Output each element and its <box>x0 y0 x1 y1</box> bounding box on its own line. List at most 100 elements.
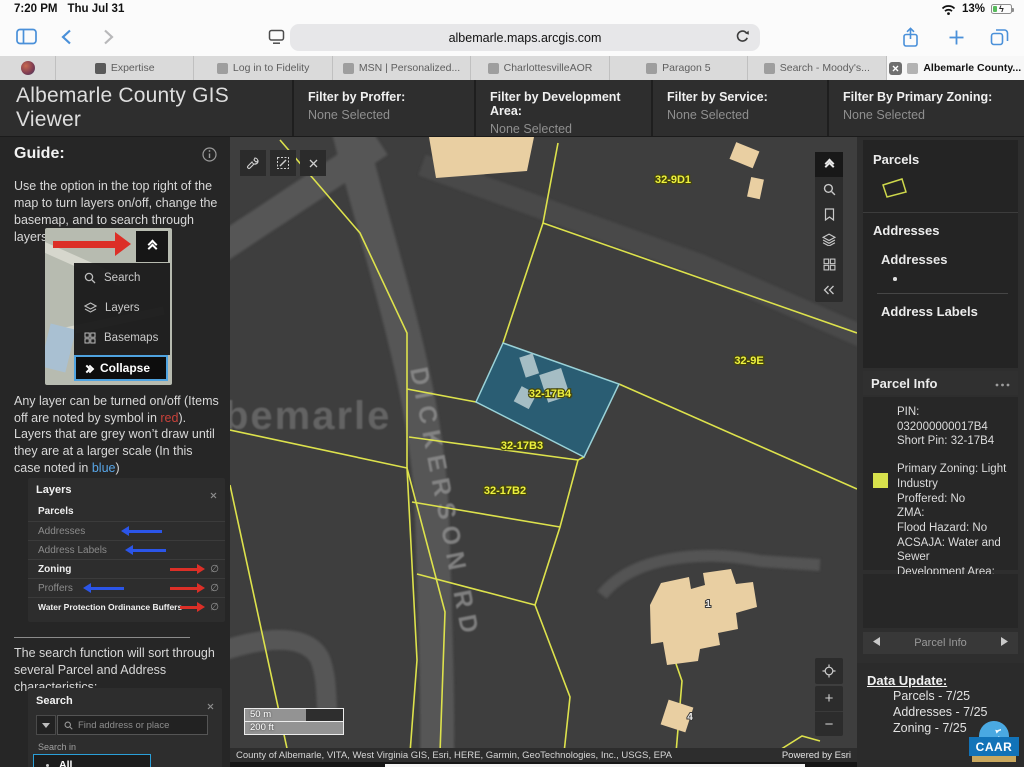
layer-row-address-labels: Address Labels <box>28 540 225 559</box>
pinned-tab[interactable] <box>0 56 56 80</box>
map-watermark: bemarle <box>230 394 391 438</box>
tab-albemarle-active[interactable]: Albemarle County... <box>887 56 1024 80</box>
tab-label: Albemarle County... <box>923 62 1021 74</box>
tab-msn[interactable]: MSN | Personalized... <box>333 56 471 80</box>
layer-row-wpob: Water Protection Ordinance Buffers ∅ <box>28 597 225 616</box>
locate-button[interactable] <box>815 658 843 684</box>
parcel-symbol <box>879 177 909 201</box>
parcel-detail: Proffered: No <box>897 492 1012 507</box>
legend-parcels-title: Parcels <box>863 140 1018 167</box>
forward-icon[interactable] <box>103 29 115 48</box>
layers-button[interactable] <box>815 227 843 252</box>
mini-menu-collapse: Collapse <box>74 355 168 381</box>
ellipsis-menu-icon[interactable] <box>995 376 1010 390</box>
filter-label: Filter by Proffer: <box>308 90 474 104</box>
zoning-swatch <box>873 473 888 488</box>
search-scope-dropdown <box>36 715 56 735</box>
page-title: Albemarle County GIS Viewer <box>0 80 292 136</box>
eye-off-icon: ∅ <box>210 564 219 575</box>
back-icon[interactable] <box>60 29 72 48</box>
locate-icon <box>822 664 836 678</box>
red-arrow <box>170 568 202 571</box>
url-bar[interactable]: albemarle.maps.arcgis.com <box>290 24 760 51</box>
close-icon <box>309 159 318 168</box>
pager-next-icon[interactable] <box>1001 637 1008 649</box>
svg-text:1: 1 <box>705 599 711 610</box>
tab-close-icon[interactable] <box>889 62 902 75</box>
pager-prev-icon[interactable] <box>873 637 880 649</box>
expand-button[interactable] <box>815 152 843 177</box>
tab-charlottesvilleaor[interactable]: CharlottesvilleAOR <box>471 56 609 80</box>
filter-service[interactable]: Filter by Service: None Selected <box>651 80 827 136</box>
filter-value: None Selected <box>308 108 474 122</box>
info-icon[interactable] <box>202 147 217 167</box>
search-demo-input: Find address or place <box>57 715 208 735</box>
measure-tool-button[interactable] <box>240 150 266 176</box>
sketch-icon <box>276 156 290 170</box>
chevrons-left-icon <box>823 285 835 295</box>
tab-format-icon[interactable] <box>268 29 285 48</box>
filter-development-area[interactable]: Filter by Development Area: None Selecte… <box>474 80 651 136</box>
mini-menu-label: Collapse <box>100 361 150 375</box>
tab-favicon <box>646 63 657 74</box>
tab-expertise[interactable]: Expertise <box>56 56 194 80</box>
guide-note2: Layers that are grey won’t draw until th… <box>14 426 219 477</box>
tab-paragon[interactable]: Paragon 5 <box>610 56 748 80</box>
tab-favicon <box>488 63 499 74</box>
divider <box>14 637 190 638</box>
parcel-detail: Primary Zoning: Light Industry <box>897 462 1012 491</box>
search-icon <box>64 721 73 730</box>
caar-logo-base <box>972 756 1016 762</box>
map-area: bemarle DICKERSON RD <box>230 137 857 767</box>
filter-proffer[interactable]: Filter by Proffer: None Selected <box>292 80 474 136</box>
bookmarks-button[interactable] <box>815 202 843 227</box>
basemap-icon <box>84 332 96 344</box>
svg-text:4: 4 <box>687 712 693 723</box>
close-tools-button[interactable] <box>300 150 326 176</box>
reload-icon[interactable] <box>735 29 750 47</box>
filter-value: None Selected <box>667 108 827 122</box>
search-widget-button[interactable] <box>815 177 843 202</box>
pinned-tab-favicon <box>21 61 35 75</box>
blue-arrow <box>86 587 124 590</box>
bullet-icon <box>46 764 49 767</box>
search-in-label: Search in <box>38 742 76 752</box>
filter-label: Filter By Primary Zoning: <box>843 90 1024 104</box>
scale-imperial: 200 ft <box>244 721 344 735</box>
layer-row-proffers: Proffers ∅ <box>28 578 225 597</box>
zoom-controls: + − <box>815 686 843 736</box>
zoom-in-button[interactable]: + <box>815 686 843 711</box>
scale-metric: 50 m <box>244 708 344 722</box>
sketch-tool-button[interactable] <box>270 150 296 176</box>
filter-primary-zoning[interactable]: Filter By Primary Zoning: None Selected <box>827 80 1024 136</box>
guide-panel: Guide: Use the option in the top right o… <box>0 137 230 767</box>
close-icon <box>207 697 214 715</box>
new-tab-icon[interactable] <box>948 29 965 49</box>
collapse-widgets-button[interactable] <box>815 277 843 302</box>
scale-bar: 50 m 200 ft <box>244 709 344 735</box>
tabs-overview-icon[interactable] <box>990 28 1009 49</box>
map-canvas[interactable]: bemarle DICKERSON RD <box>230 137 857 753</box>
sidebar-toggle-icon[interactable] <box>16 28 37 48</box>
tab-label: Search - Moody's... <box>780 62 870 74</box>
basemap-icon <box>823 258 836 271</box>
tab-moodys[interactable]: Search - Moody's... <box>748 56 886 80</box>
pager-label: Parcel Info <box>914 637 967 649</box>
bookmark-icon <box>824 208 835 221</box>
tab-fidelity[interactable]: Log in to Fidelity <box>194 56 332 80</box>
parcel-detail: ZMA: <box>897 506 1012 521</box>
tab-favicon <box>343 63 354 74</box>
note-red-word: red <box>160 411 178 425</box>
gis-viewer-app: Albemarle County GIS Viewer Filter by Pr… <box>0 80 1024 767</box>
basemap-button[interactable] <box>815 252 843 277</box>
parcel-short-pin: Short Pin: 32-17B4 <box>897 434 1012 449</box>
parcel-info-title: Parcel Info <box>871 376 937 391</box>
tab-label: Log in to Fidelity <box>233 62 309 74</box>
browser-toolbar: albemarle.maps.arcgis.com <box>0 20 1024 56</box>
tab-label: MSN | Personalized... <box>359 62 460 74</box>
share-icon[interactable] <box>902 27 919 51</box>
zoom-out-button[interactable]: − <box>815 711 843 736</box>
tab-favicon <box>907 63 918 74</box>
powered-by-esri: Powered by Esri <box>774 750 851 761</box>
parcel-info-content: PIN: 032000000017B4 Short Pin: 32-17B4 P… <box>863 397 1018 570</box>
